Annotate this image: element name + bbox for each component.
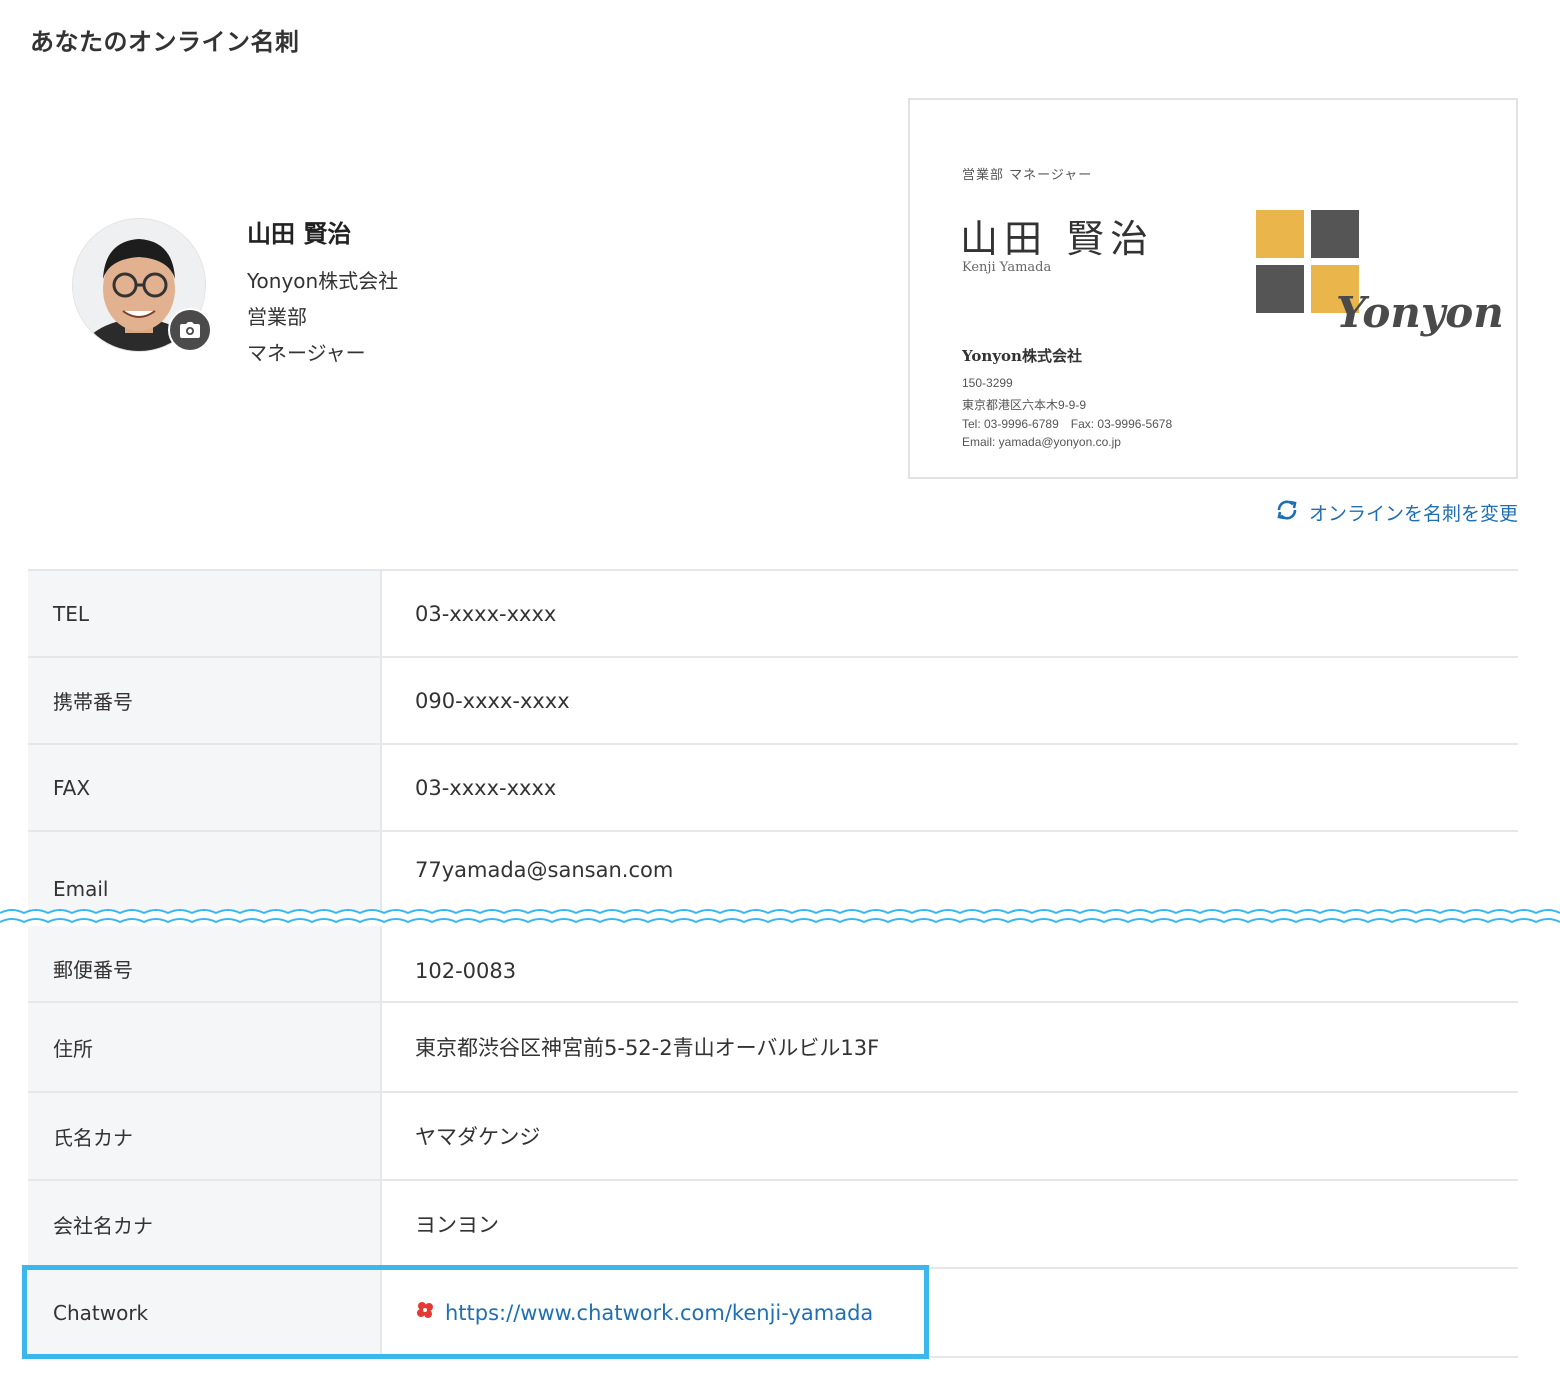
- row-value: https://www.chatwork.com/kenji-yamada: [382, 1269, 1518, 1356]
- row-value: 090-xxxx-xxxx: [415, 688, 570, 713]
- change-card-label: オンラインを名刺を変更: [1308, 503, 1518, 525]
- avatar[interactable]: [72, 218, 212, 352]
- card-email: Email: yamada@yonyon.co.jp: [962, 435, 1121, 449]
- row-value: 03-xxxx-xxxx: [415, 601, 557, 626]
- business-card: 営業部 マネージャー 山田 賢治 Kenji Yamada Yonyon株式会社…: [908, 98, 1518, 479]
- card-name-roman: Kenji Yamada: [962, 260, 1052, 275]
- logo-square: [1256, 265, 1304, 313]
- contact-details-table: TEL 03-xxxx-xxxx 携帯番号 090-xxxx-xxxx FAX …: [28, 569, 1518, 1358]
- row-label: 携帯番号: [28, 658, 382, 743]
- table-row: 携帯番号 090-xxxx-xxxx: [28, 656, 1518, 743]
- row-value: 東京都渋谷区神宮前5-52-2青山オーバルビル13F: [415, 1036, 880, 1060]
- logo-square: [1311, 210, 1359, 258]
- table-row: FAX 03-xxxx-xxxx: [28, 743, 1518, 830]
- table-row: 会社名カナ ヨンヨン: [28, 1179, 1518, 1267]
- table-row: TEL 03-xxxx-xxxx: [28, 569, 1518, 656]
- table-row-chatwork: Chatwork https://www.chatwork.com/kenji-…: [28, 1267, 1518, 1358]
- row-label: Chatwork: [28, 1269, 382, 1356]
- page-title: あなたのオンライン名刺: [30, 28, 300, 56]
- profile-name: 山田 賢治: [247, 220, 352, 248]
- profile-company: Yonyon株式会社: [247, 269, 399, 293]
- change-card-link[interactable]: オンラインを名刺を変更: [1275, 498, 1518, 527]
- chatwork-link[interactable]: https://www.chatwork.com/kenji-yamada: [415, 1300, 873, 1325]
- row-label: TEL: [28, 571, 382, 656]
- row-label: 氏名カナ: [28, 1093, 382, 1179]
- profile-position: マネージャー: [247, 341, 366, 365]
- table-row: 氏名カナ ヤマダケンジ: [28, 1091, 1518, 1179]
- row-label: 会社名カナ: [28, 1181, 382, 1267]
- table-row: 住所 東京都渋谷区神宮前5-52-2青山オーバルビル13F: [28, 1001, 1518, 1091]
- card-logo-text: Yonyon: [1336, 288, 1504, 337]
- chatwork-icon: [415, 1300, 435, 1325]
- row-value: ヤマダケンジ: [415, 1125, 541, 1149]
- card-name: 山田 賢治: [960, 217, 1155, 261]
- wavy-divider: [0, 909, 1560, 926]
- chatwork-url: https://www.chatwork.com/kenji-yamada: [445, 1300, 874, 1325]
- card-postal: 150-3299: [962, 376, 1013, 390]
- profile-department: 営業部: [247, 305, 307, 329]
- card-department-title: 営業部 マネージャー: [962, 168, 1093, 183]
- logo-square: [1256, 210, 1304, 258]
- card-company: Yonyon株式会社: [962, 347, 1082, 365]
- card-address: 東京都港区六本木9-9-9: [962, 398, 1087, 412]
- card-tel-fax: Tel: 03-9996-6789 Fax: 03-9996-5678: [962, 417, 1173, 431]
- row-value: 03-xxxx-xxxx: [415, 775, 557, 800]
- refresh-icon: [1275, 498, 1299, 527]
- row-label: 住所: [28, 1003, 382, 1091]
- row-value: ヨンヨン: [415, 1213, 499, 1237]
- camera-icon[interactable]: [168, 308, 212, 352]
- row-label: FAX: [28, 745, 382, 830]
